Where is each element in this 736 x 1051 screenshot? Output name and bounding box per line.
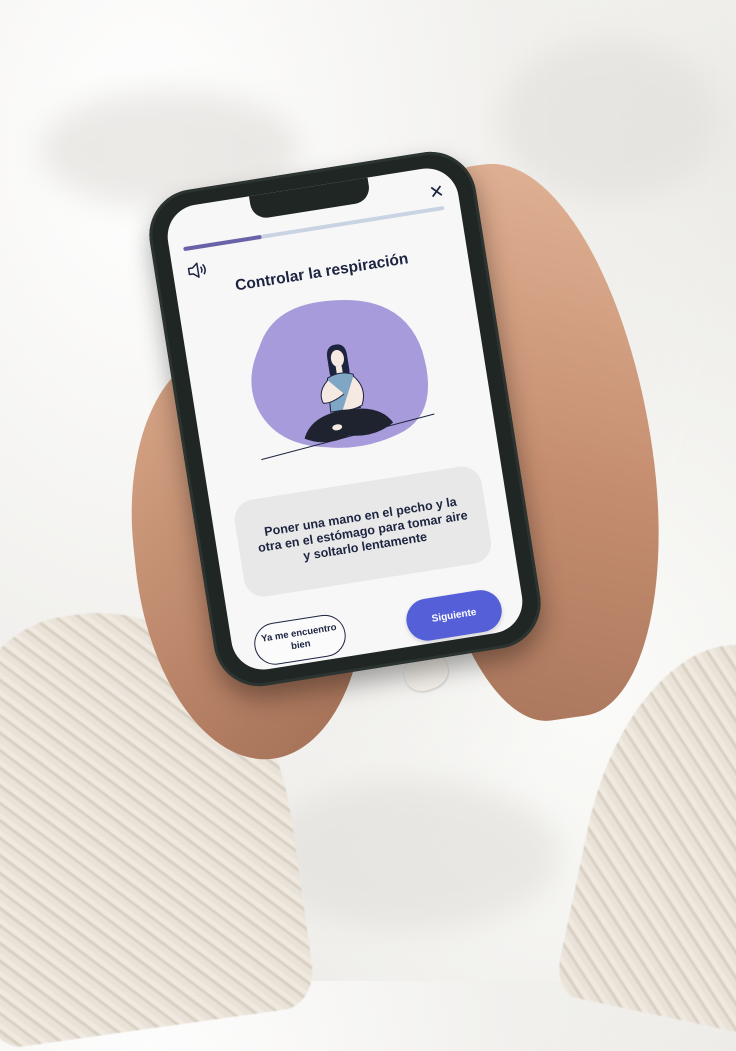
meditation-illustration bbox=[234, 280, 447, 473]
close-icon[interactable]: ✕ bbox=[426, 181, 447, 203]
sheet-fold bbox=[260, 780, 560, 930]
sheet-fold bbox=[500, 40, 720, 200]
speaker-icon[interactable] bbox=[186, 260, 211, 281]
instruction-card: Poner una mano en el pecho y la otra en … bbox=[231, 463, 494, 600]
progress-bar bbox=[183, 205, 445, 252]
progress-fill bbox=[183, 234, 262, 252]
